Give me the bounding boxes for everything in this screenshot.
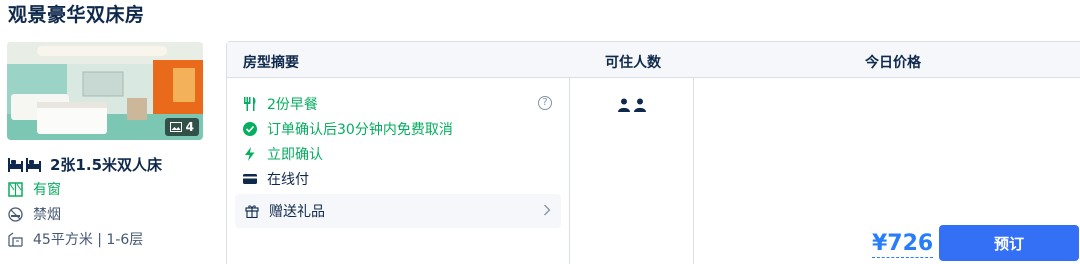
area-icon	[8, 232, 23, 247]
gift-row[interactable]: 赠送礼品	[235, 194, 561, 228]
column-divider	[693, 78, 694, 264]
gift-icon	[245, 205, 259, 218]
rate-table: 房型摘要 可住人数 今日价格 2份早餐 ? 订单确认后30分钟内免费取消 立即确…	[226, 41, 1080, 264]
person-icon	[634, 98, 646, 112]
facility-window-label: 有窗	[33, 182, 61, 198]
breakfast-icon	[244, 97, 256, 111]
no-smoking-icon	[8, 206, 23, 222]
bed-info: 2张1.5米双人床	[8, 154, 162, 175]
photo-count-badge[interactable]: 4	[164, 118, 199, 136]
image-icon	[169, 122, 182, 132]
header-summary: 房型摘要	[243, 55, 299, 71]
gift-label: 赠送礼品	[269, 204, 325, 220]
bed-icon	[8, 157, 41, 172]
person-icon	[618, 98, 630, 112]
bed-label: 2张1.5米双人床	[50, 156, 163, 174]
lightning-icon	[245, 147, 255, 161]
policy-instant-confirm: 立即确认	[243, 144, 323, 164]
guest-capacity	[618, 98, 646, 112]
column-divider	[569, 78, 570, 264]
room-title: 观景豪华双床房	[8, 4, 145, 26]
photo-count: 4	[185, 120, 194, 134]
facility-window: 有窗	[8, 179, 61, 199]
window-icon	[8, 181, 23, 197]
price[interactable]: ¥726	[872, 231, 934, 258]
room-photo[interactable]: 4	[7, 42, 203, 140]
card-icon	[243, 174, 257, 184]
policy-pay-online-label: 在线付	[267, 172, 309, 188]
policy-breakfast-label: 2份早餐	[267, 97, 318, 113]
facility-area-label: 45平方米 | 1-6层	[33, 232, 144, 248]
facility-no-smoking-label: 禁烟	[33, 207, 61, 223]
chevron-right-icon	[544, 204, 551, 216]
policy-free-cancel-label[interactable]: 订单确认后30分钟内免费取消	[267, 119, 453, 139]
policy-pay-online: 在线付	[243, 169, 309, 189]
policy-breakfast: 2份早餐	[243, 94, 318, 114]
header-guests: 可住人数	[605, 55, 661, 71]
policy-instant-confirm-label: 立即确认	[267, 147, 323, 163]
rate-table-header: 房型摘要 可住人数 今日价格	[227, 42, 1080, 78]
facility-no-smoking: 禁烟	[8, 204, 61, 224]
policy-free-cancel: 订单确认后30分钟内免费取消	[243, 119, 453, 139]
check-circle-icon	[243, 122, 257, 136]
facility-area: 45平方米 | 1-6层	[8, 229, 143, 249]
book-button[interactable]: 预订	[939, 225, 1079, 261]
header-price: 今日价格	[865, 55, 921, 71]
help-icon[interactable]: ?	[538, 96, 552, 110]
